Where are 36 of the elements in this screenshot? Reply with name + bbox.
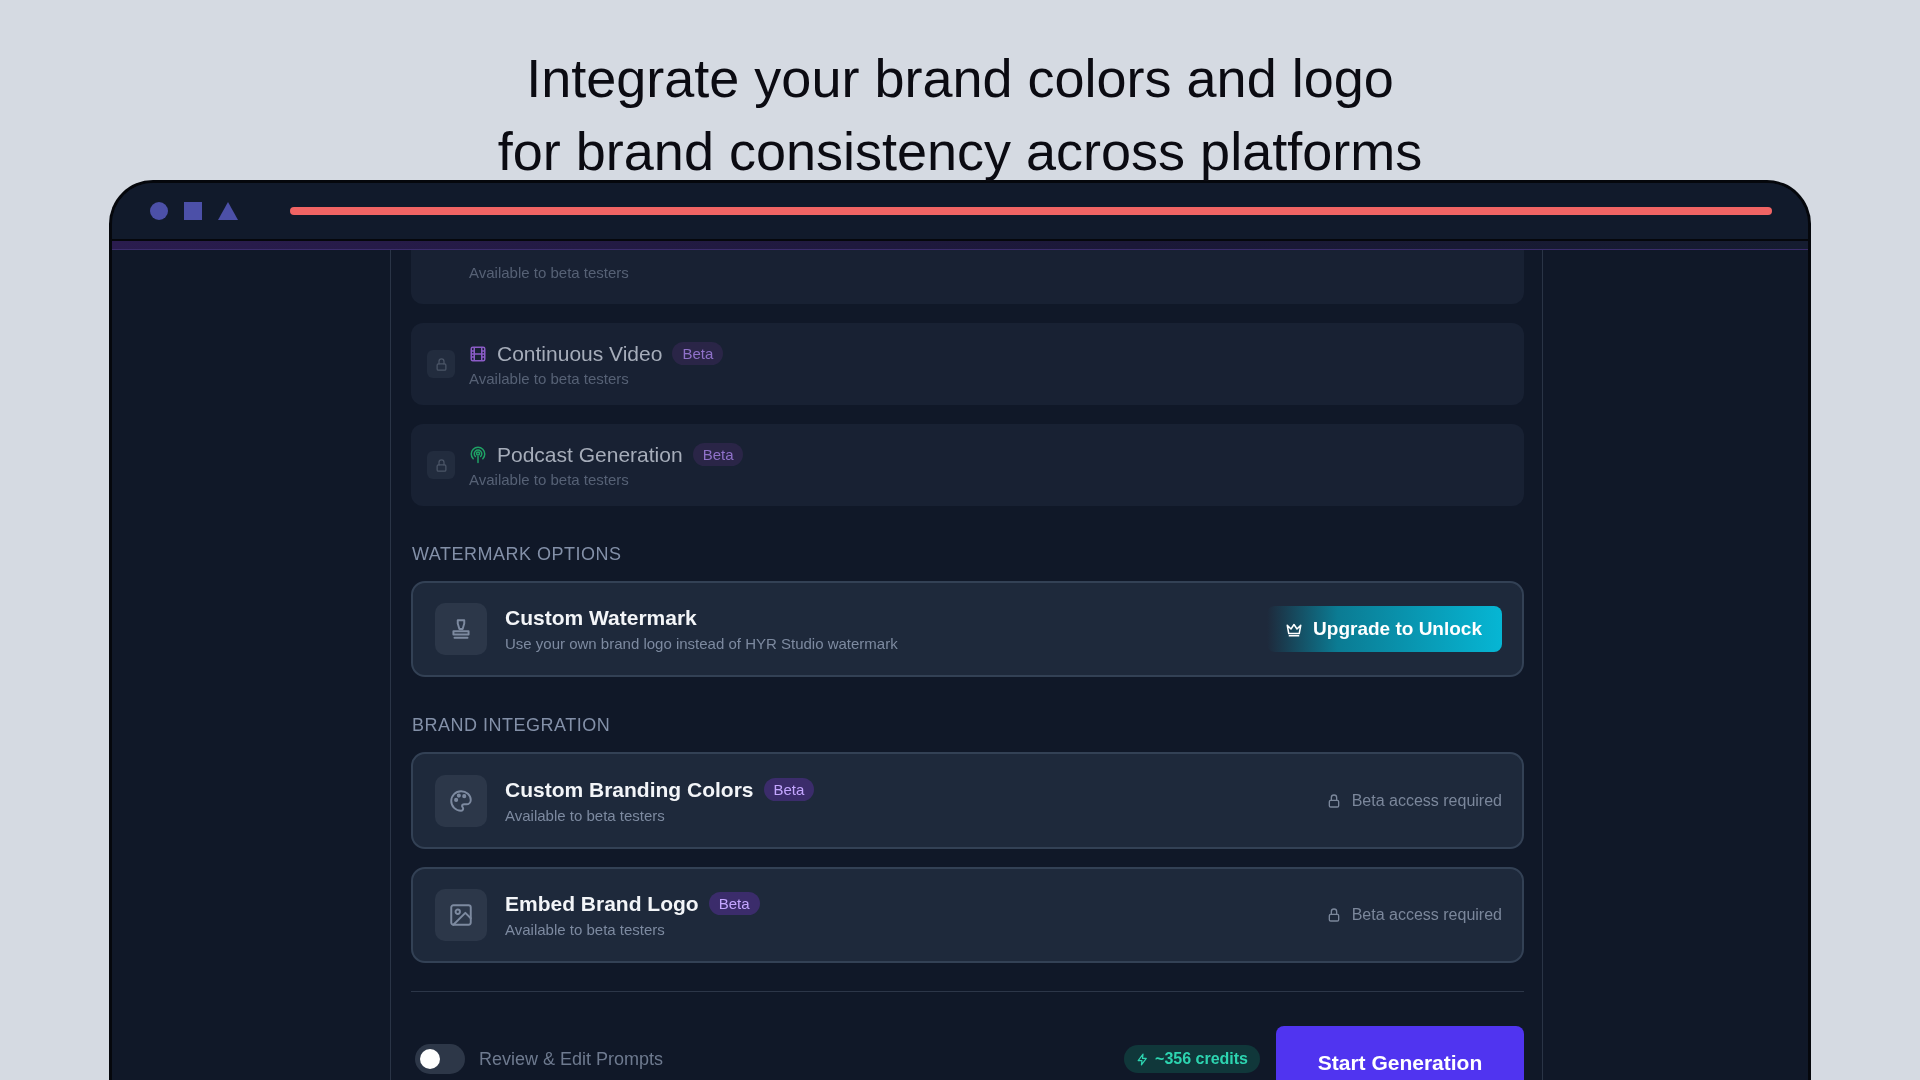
image-icon — [435, 888, 487, 941]
podcast-icon — [469, 445, 487, 464]
option-subtitle: Use your own brand logo instead of HYR Studio watermark — [505, 635, 899, 653]
square-icon — [184, 202, 202, 220]
section-heading: BRAND INTEGRATION — [412, 715, 612, 737]
lock-icon — [433, 457, 449, 473]
feature-title: Continuous Video — [497, 341, 663, 366]
start-generation-button[interactable]: Start Generation — [1276, 1026, 1524, 1080]
review-toggle[interactable] — [415, 1044, 465, 1074]
lock-icon — [433, 356, 449, 372]
feature-subtitle: Available to beta testers — [469, 470, 630, 488]
option-title: Custom Watermark — [505, 606, 697, 631]
triangle-icon — [218, 202, 238, 220]
stamp-icon — [435, 603, 487, 656]
upgrade-button[interactable]: Upgrade to Unlock — [1267, 606, 1502, 653]
beta-badge: Beta — [763, 778, 815, 802]
beta-badge: Beta — [692, 443, 744, 467]
film-icon — [469, 344, 487, 363]
palette-icon — [435, 774, 487, 827]
toggle-label: Review & Edit Prompts — [479, 1048, 665, 1070]
bolt-icon — [1136, 1052, 1150, 1066]
feature-title: Podcast Generation — [497, 442, 683, 467]
credits-badge: ~356 credits — [1124, 1045, 1260, 1073]
option-title: Embed Brand Logo — [505, 891, 699, 916]
circle-icon — [150, 202, 168, 220]
beta-badge: Beta — [708, 892, 760, 916]
headline: Integrate your brand colors and logo for brand consistency across platforms — [496, 47, 1424, 183]
feature-subtitle: Available to beta testers — [469, 263, 629, 281]
option-subtitle: Available to beta testers — [505, 806, 666, 824]
access-note: Beta access required — [1351, 791, 1502, 810]
feature-subtitle: Available to beta testers — [469, 369, 630, 387]
beta-badge: Beta — [672, 342, 724, 366]
section-heading: WATERMARK OPTIONS — [412, 544, 623, 566]
option-subtitle: Available to beta testers — [505, 920, 666, 938]
option-title: Custom Branding Colors — [505, 777, 754, 802]
access-note: Beta access required — [1351, 905, 1502, 924]
